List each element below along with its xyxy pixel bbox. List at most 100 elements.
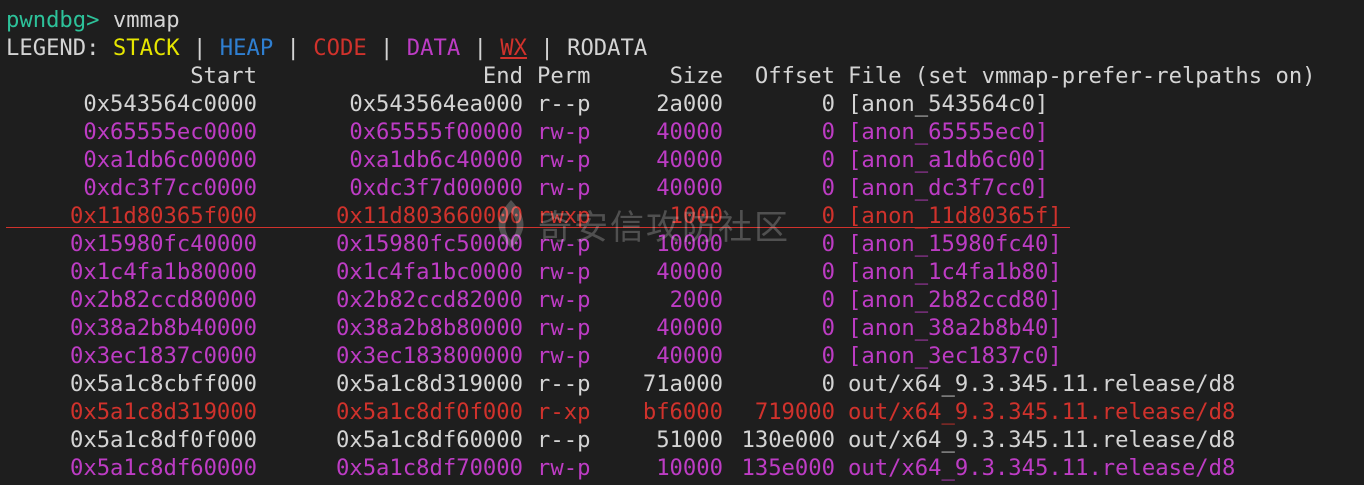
mapping-row: 0x5a1c8cbff000 0x5a1c8d319000 r--p 71a000 0 o… [6, 370, 1358, 398]
row-offset: 135e000 [741, 455, 835, 481]
legend-separator: | [527, 35, 568, 61]
row-start: 0x1c4fa1b80000 [69, 259, 257, 285]
row-offset: 0 [821, 371, 835, 397]
row-perm: rw-p [537, 343, 591, 369]
row-size: 40000 [656, 259, 723, 285]
mapping-row: 0x543564c0000 0x543564ea000 r--p 2a000 0 [ano… [6, 90, 1358, 118]
row-offset: 0 [821, 259, 835, 285]
legend-rodata: RODATA [567, 35, 648, 61]
row-size: 2a000 [656, 91, 723, 117]
row-end: 0x38a2b8b80000 [335, 315, 523, 341]
row-start: 0x5a1c8df60000 [69, 455, 257, 481]
prompt-line: pwndbg> vmmap [6, 6, 1358, 34]
row-perm: rw-p [537, 287, 591, 313]
row-offset: 0 [821, 147, 835, 173]
row-end: 0x3ec183800000 [335, 343, 523, 369]
row-size: 51000 [656, 427, 723, 453]
row-file: [anon_65555ec0] [848, 119, 1049, 145]
row-end: 0x65555f00000 [349, 119, 523, 145]
row-perm: rw-p [537, 231, 591, 257]
mapping-row: 0x2b82ccd80000 0x2b82ccd82000 rw-p 2000 0 [an… [6, 286, 1358, 314]
row-size: 40000 [656, 315, 723, 341]
header-offset: Offset [754, 63, 835, 89]
legend-stack: STACK [112, 35, 180, 61]
legend-line: LEGEND: STACK | HEAP | CODE | DATA | WX … [6, 34, 1358, 62]
row-start: 0x5a1c8df0f000 [69, 427, 257, 453]
row-perm: r--p [537, 427, 591, 453]
mapping-row: 0x38a2b8b40000 0x38a2b8b80000 rw-p 40000 0 [a… [6, 314, 1358, 342]
mapping-row: 0xdc3f7cc0000 0xdc3f7d00000 rw-p 40000 0 [ano… [6, 174, 1358, 202]
row-size: 71a000 [642, 371, 723, 397]
legend-separator: | [179, 35, 220, 61]
row-file: [anon_2b82ccd80] [848, 287, 1062, 313]
row-size: 2000 [669, 287, 723, 313]
row-end: 0x15980fc50000 [335, 231, 523, 257]
header-end: End [482, 63, 523, 89]
row-size: 10000 [656, 231, 723, 257]
row-end: 0x11d803660000 [335, 203, 523, 229]
row-size: 1000 [669, 203, 723, 229]
row-end: 0x2b82ccd82000 [335, 287, 523, 313]
row-end: 0x5a1c8df0f000 [335, 399, 523, 425]
mapping-row: 0x15980fc40000 0x15980fc50000 rw-p 10000 0 [a… [6, 230, 1358, 258]
header-file: File (set vmmap-prefer-relpaths on) [848, 63, 1316, 89]
row-file: [anon_543564c0] [848, 91, 1049, 117]
row-start: 0x11d80365f000 [69, 203, 257, 229]
row-offset: 0 [821, 231, 835, 257]
row-end: 0x5a1c8df70000 [335, 455, 523, 481]
table-header: Start End Perm Size Offset File (set vmm… [6, 62, 1358, 90]
terminal-output: pwndbg> vmmap LEGEND: STACK | HEAP | COD… [6, 6, 1358, 482]
command-text: vmmap [99, 7, 180, 33]
row-start: 0xa1db6c00000 [83, 147, 257, 173]
row-start: 0x3ec1837c0000 [69, 343, 257, 369]
row-offset: 0 [821, 175, 835, 201]
row-perm: rw-p [537, 119, 591, 145]
row-perm: r--p [537, 91, 591, 117]
row-file: [anon_11d80365f] [848, 203, 1062, 229]
row-end: 0x1c4fa1bc0000 [335, 259, 523, 285]
row-file: out/x64_9.3.345.11.release/d8 [848, 427, 1236, 453]
row-file: [anon_3ec1837c0] [848, 343, 1062, 369]
row-file: [anon_a1db6c00] [848, 147, 1049, 173]
row-file: out/x64_9.3.345.11.release/d8 [848, 455, 1236, 481]
mapping-table: 0x543564c0000 0x543564ea000 r--p 2a000 0 [ano… [6, 90, 1358, 482]
row-end: 0x5a1c8d319000 [335, 371, 523, 397]
row-end: 0xa1db6c40000 [349, 147, 523, 173]
mapping-row: 0x1c4fa1b80000 0x1c4fa1bc0000 rw-p 40000 0 [a… [6, 258, 1358, 286]
row-perm: r--p [537, 371, 591, 397]
row-offset: 130e000 [741, 427, 835, 453]
mapping-row: 0x5a1c8df60000 0x5a1c8df70000 rw-p 10000 135… [6, 454, 1358, 482]
row-perm: rw-p [537, 455, 591, 481]
row-size: 40000 [656, 343, 723, 369]
row-start: 0x38a2b8b40000 [69, 315, 257, 341]
row-start: 0x2b82ccd80000 [69, 287, 257, 313]
row-offset: 0 [821, 119, 835, 145]
mapping-row: 0x3ec1837c0000 0x3ec183800000 rw-p 40000 0 [a… [6, 342, 1358, 370]
row-size: 40000 [656, 175, 723, 201]
row-file: [anon_38a2b8b40] [848, 315, 1062, 341]
mapping-row: 0x5a1c8d319000 0x5a1c8df0f000 r-xp bf6000 71… [6, 398, 1358, 426]
row-perm: rw-p [537, 147, 591, 173]
row-file: [anon_15980fc40] [848, 231, 1062, 257]
row-file: [anon_dc3f7cc0] [848, 175, 1049, 201]
row-size: 40000 [656, 119, 723, 145]
row-perm: rwxp [537, 203, 591, 229]
strikethrough-line [6, 227, 1070, 228]
row-offset: 0 [821, 343, 835, 369]
row-start: 0x5a1c8cbff000 [69, 371, 257, 397]
header-perm: Perm [537, 63, 591, 89]
row-end: 0x543564ea000 [349, 91, 523, 117]
row-start: 0x65555ec0000 [83, 119, 257, 145]
mapping-row: 0x65555ec0000 0x65555f00000 rw-p 40000 0 [ano… [6, 118, 1358, 146]
row-offset: 0 [821, 315, 835, 341]
row-perm: rw-p [537, 175, 591, 201]
row-size: 10000 [656, 455, 723, 481]
row-start: 0xdc3f7cc0000 [83, 175, 257, 201]
mapping-row: 0xa1db6c00000 0xa1db6c40000 rw-p 40000 0 [ano… [6, 146, 1358, 174]
legend-wx: WX [500, 35, 528, 61]
legend-separator: | [273, 35, 314, 61]
row-end: 0xdc3f7d00000 [349, 175, 523, 201]
row-file: out/x64_9.3.345.11.release/d8 [848, 371, 1236, 397]
mapping-row: 0x5a1c8df0f000 0x5a1c8df60000 r--p 51000 130… [6, 426, 1358, 454]
row-offset: 0 [821, 203, 835, 229]
